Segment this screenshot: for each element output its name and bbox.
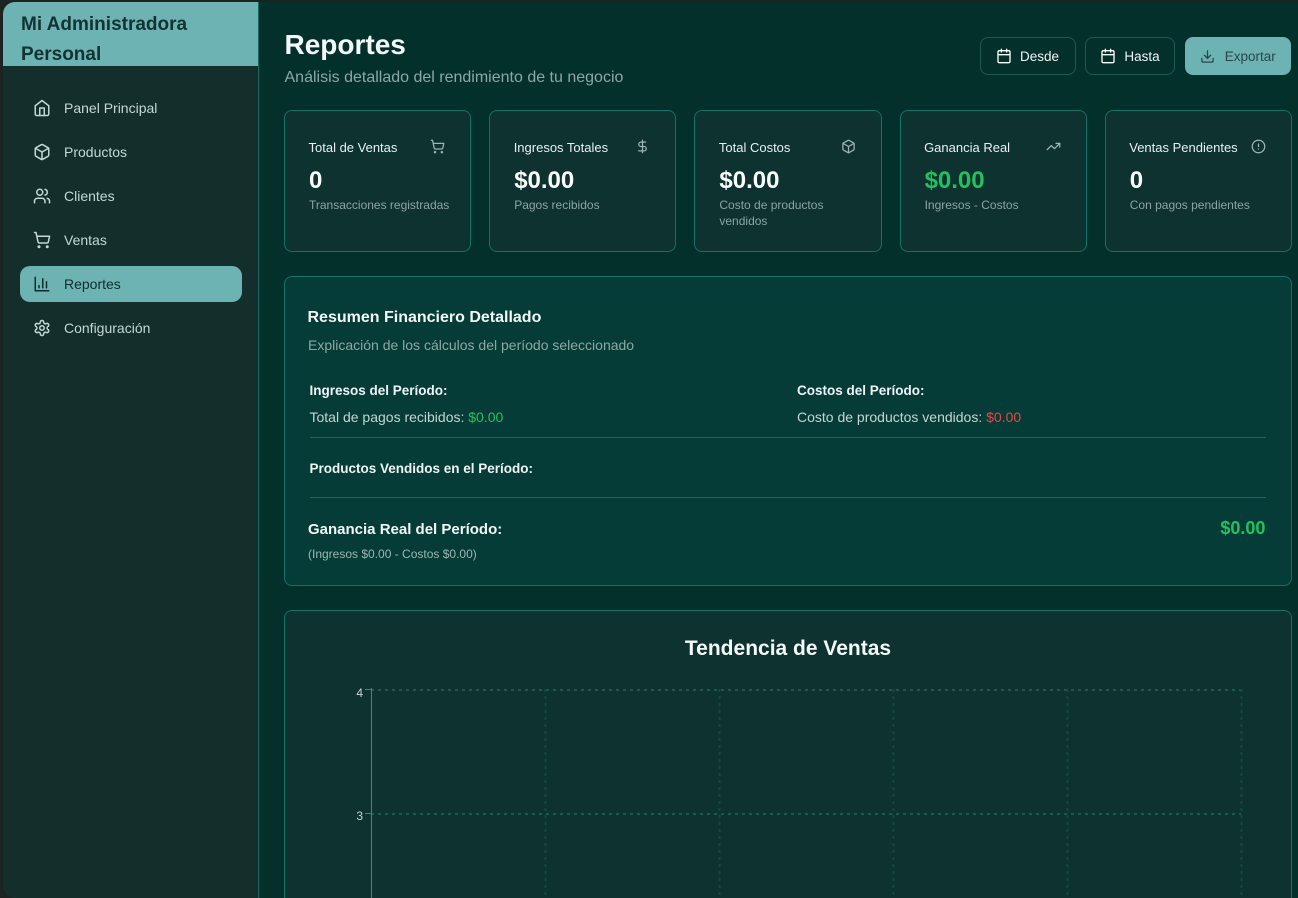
svg-text:4: 4 bbox=[356, 686, 363, 700]
svg-text:3: 3 bbox=[356, 809, 363, 823]
